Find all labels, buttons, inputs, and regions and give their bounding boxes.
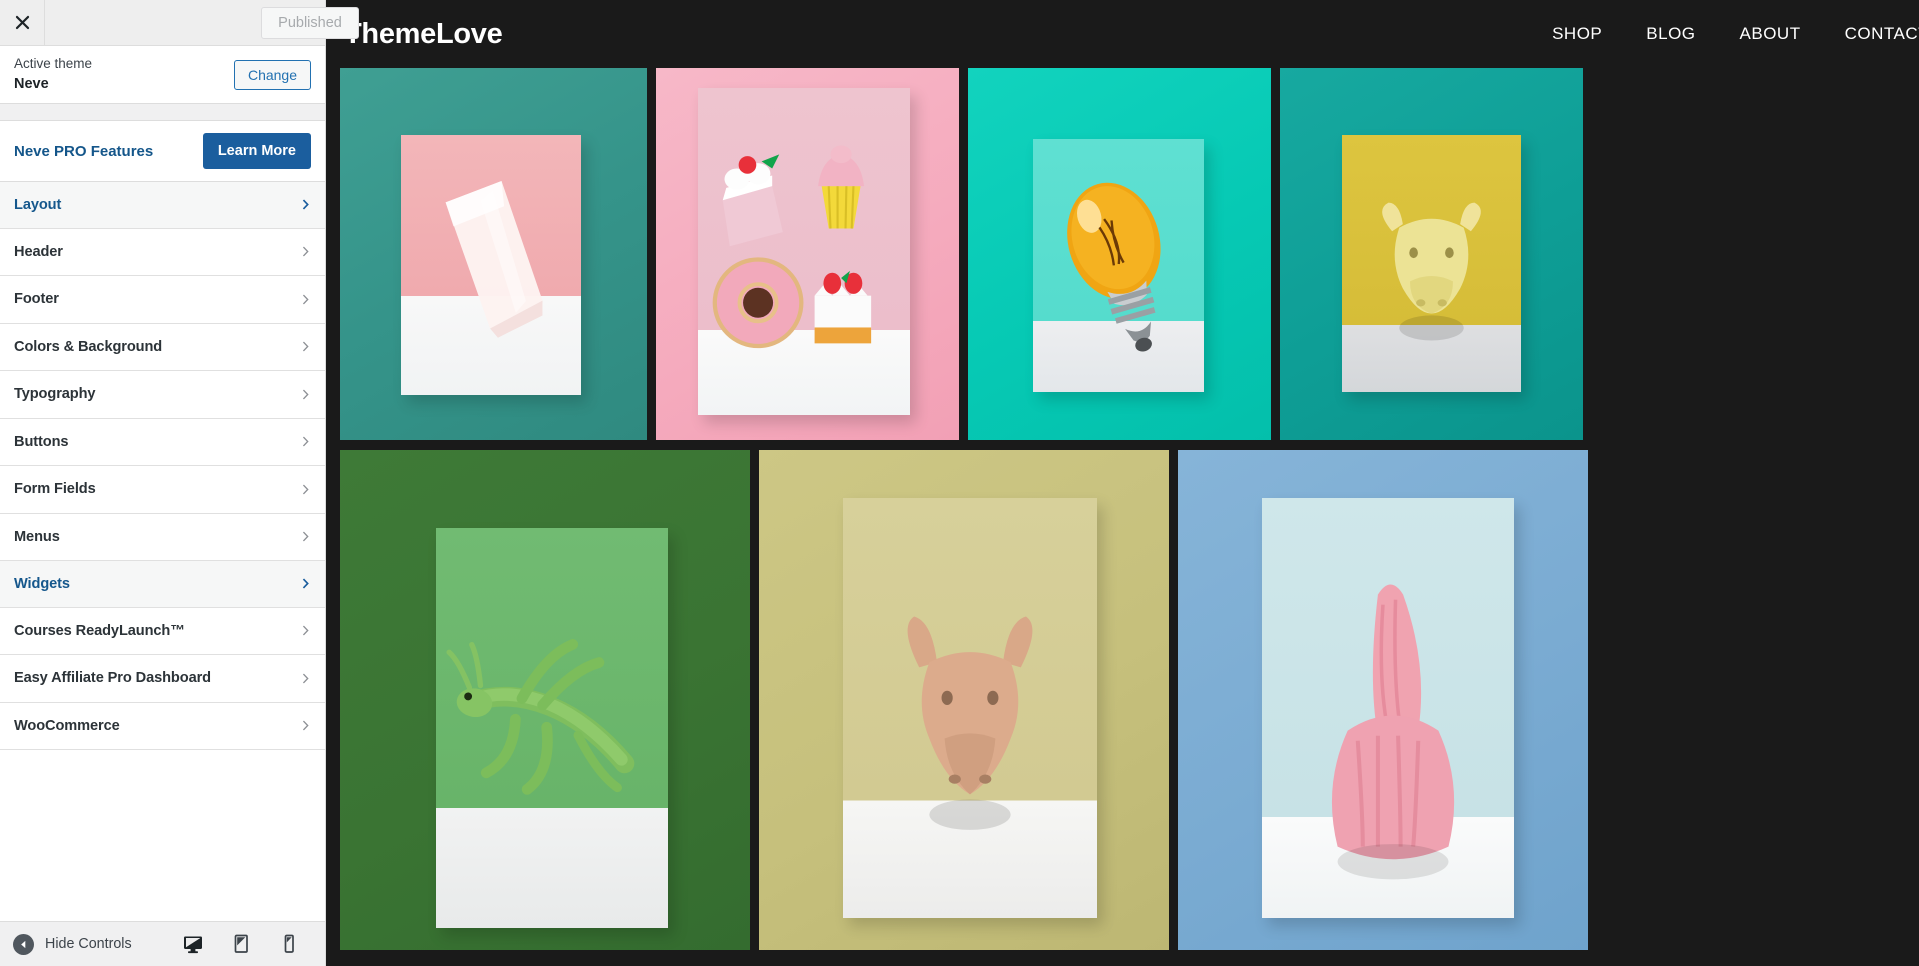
gallery-tile-pink-rabbit[interactable]	[1178, 450, 1588, 950]
tablet-preview-icon[interactable]	[230, 933, 252, 955]
customizer-section-label: Menus	[14, 528, 60, 545]
customizer-section-label: Buttons	[14, 433, 69, 450]
customizer-section-footer[interactable]: Footer	[0, 276, 325, 324]
customizer-section-label: Footer	[14, 291, 59, 308]
chevron-right-icon	[300, 389, 311, 400]
gallery-photo-card	[1262, 498, 1514, 918]
photo-gallery	[326, 68, 1919, 950]
site-header: ThemeLove SHOP BLOG ABOUT CONTACT	[326, 0, 1919, 68]
customizer-section-label: Easy Affiliate Pro Dashboard	[14, 670, 211, 687]
customizer-section-list: Layout Header Footer Colors & Background Typ…	[0, 182, 325, 921]
customizer-section-label: Form Fields	[14, 481, 96, 498]
chevron-right-icon	[300, 625, 311, 636]
gallery-photo-card	[1342, 135, 1521, 392]
customizer-section-label: Layout	[14, 196, 62, 213]
gallery-photo-card	[843, 498, 1097, 918]
neve-pro-label: Neve PRO Features	[14, 142, 154, 160]
active-theme-name: Neve	[14, 75, 49, 92]
customizer-section-header[interactable]: Header	[0, 228, 325, 276]
customizer-section-label: WooCommerce	[14, 717, 120, 734]
customizer-footer: Hide Controls	[0, 921, 325, 966]
customizer-panel: Published Active theme Neve Change Neve …	[0, 0, 359, 966]
desktop-preview-icon[interactable]	[182, 933, 204, 955]
active-theme-info: Active theme Neve	[14, 55, 234, 93]
chevron-right-icon	[300, 199, 311, 210]
customizer-section-label: Colors & Background	[14, 338, 163, 355]
hide-controls-button[interactable]: Hide Controls	[13, 933, 182, 955]
customizer-section-courses-readylaunch[interactable]: Courses ReadyLaunch™	[0, 607, 325, 655]
chevron-right-icon	[300, 341, 311, 352]
gallery-tile-desserts[interactable]	[656, 68, 959, 440]
customizer-section-widgets[interactable]: Widgets	[0, 560, 325, 608]
customizer-section-buttons[interactable]: Buttons	[0, 418, 325, 466]
gallery-row	[340, 450, 1919, 950]
neve-pro-row: Neve PRO Features Learn More	[0, 121, 325, 182]
gallery-photo-card	[1033, 139, 1204, 392]
gallery-photo-card	[401, 135, 581, 395]
active-theme-row: Active theme Neve Change	[0, 46, 325, 104]
site-preview-frame: ThemeLove SHOP BLOG ABOUT CONTACT	[326, 0, 1919, 966]
customizer-section-label: Typography	[14, 386, 96, 403]
gallery-tile-rose-quartz[interactable]	[340, 68, 647, 440]
chevron-right-icon	[300, 578, 311, 589]
customizer-section-typography[interactable]: Typography	[0, 371, 325, 419]
chevron-right-icon	[300, 484, 311, 495]
chevron-right-icon	[300, 246, 311, 257]
collapse-arrow-icon	[13, 933, 34, 955]
chevron-right-icon	[300, 436, 311, 447]
chevron-right-icon	[300, 531, 311, 542]
chevron-right-icon	[300, 294, 311, 305]
hide-controls-label: Hide Controls	[45, 936, 132, 952]
customizer-section-label: Widgets	[14, 575, 70, 592]
customizer-section-woocommerce[interactable]: WooCommerce	[0, 702, 325, 750]
change-theme-button[interactable]: Change	[233, 59, 311, 90]
site-primary-nav: SHOP BLOG ABOUT CONTACT	[502, 24, 1919, 44]
customizer-section-label: Header	[14, 243, 63, 260]
site-title[interactable]: ThemeLove	[344, 18, 503, 51]
panel-divider	[0, 104, 325, 121]
customizer-section-colors-background[interactable]: Colors & Background	[0, 323, 325, 371]
gallery-tile-grasshopper[interactable]	[340, 450, 750, 950]
customizer-section-easy-affiliate-pro-dashboard[interactable]: Easy Affiliate Pro Dashboard	[0, 655, 325, 703]
active-theme-label: Active theme	[14, 56, 93, 72]
nav-link-about[interactable]: ABOUT	[1740, 24, 1801, 44]
chevron-right-icon	[300, 720, 311, 731]
gallery-tile-bull-head[interactable]	[1280, 68, 1583, 440]
customizer-screen: Published Active theme Neve Change Neve …	[0, 0, 1919, 966]
customizer-section-form-fields[interactable]: Form Fields	[0, 466, 325, 514]
gallery-tile-lightbulb[interactable]	[968, 68, 1271, 440]
customizer-section-menus[interactable]: Menus	[0, 513, 325, 561]
customizer-topbar: Published	[0, 0, 359, 46]
mobile-preview-icon[interactable]	[278, 933, 300, 955]
customizer-section-layout[interactable]: Layout	[0, 182, 325, 229]
gallery-photo-card	[698, 88, 910, 415]
chevron-right-icon	[300, 673, 311, 684]
publish-button[interactable]: Published	[261, 7, 359, 39]
learn-more-button[interactable]: Learn More	[202, 133, 311, 169]
nav-link-contact[interactable]: CONTACT	[1845, 24, 1919, 44]
nav-link-shop[interactable]: SHOP	[1552, 24, 1602, 44]
close-icon[interactable]	[0, 0, 45, 45]
customizer-section-label: Courses ReadyLaunch™	[14, 622, 185, 639]
gallery-tile-goat-head[interactable]	[759, 450, 1169, 950]
device-preview-switcher	[182, 933, 312, 955]
gallery-photo-card	[436, 528, 668, 928]
nav-link-blog[interactable]: BLOG	[1646, 24, 1695, 44]
gallery-row	[340, 68, 1919, 440]
